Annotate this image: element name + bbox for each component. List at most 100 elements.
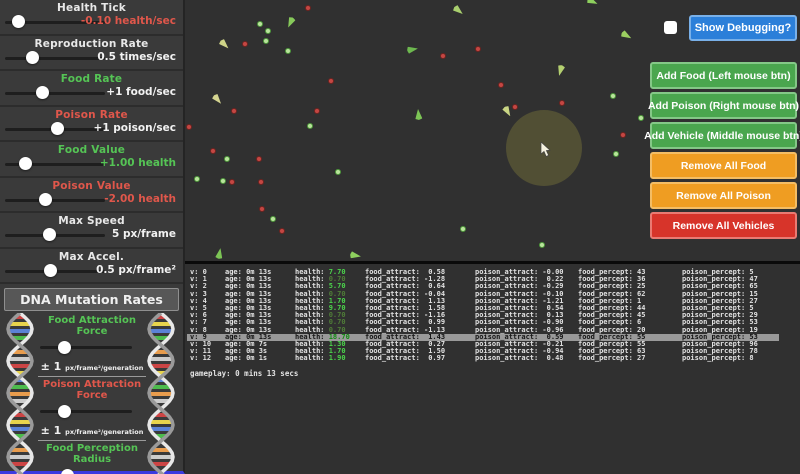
slider-handle[interactable] <box>19 157 32 170</box>
remove-all-food-button[interactable]: Remove All Food <box>650 152 797 179</box>
slider-track[interactable] <box>5 92 105 95</box>
slider-row <box>38 404 146 419</box>
vehicle-agent <box>414 108 422 120</box>
slider-label: Max Speed <box>12 215 172 227</box>
vehicle-stat-row-12[interactable]: v: 12 age: 0m 1s health: 1.90 food_attract:… <box>187 355 800 362</box>
health-value: 1.90 <box>329 354 346 362</box>
vehicle-agent <box>619 29 632 41</box>
slider-group-max-speed: Max Speed5 px/frame <box>0 213 183 249</box>
dna-slider-label: Poison Attraction Force <box>38 379 146 401</box>
canvas-divider <box>185 261 800 264</box>
add-food-left-mouse-btn-button[interactable]: Add Food (Left mouse btn) <box>650 62 797 89</box>
slider-track[interactable] <box>5 199 105 202</box>
stat-cell: poison_percept: 8 <box>682 355 754 362</box>
mutation-amount: ± 1 <box>41 424 66 437</box>
slider-value: -2.00 health <box>104 193 176 205</box>
slider-row: +1.00 health <box>0 156 183 173</box>
stat-cell: age: 0m 1s <box>225 355 267 362</box>
food-dot <box>610 93 616 99</box>
slider-handle[interactable] <box>12 15 25 28</box>
slider-track[interactable] <box>40 410 132 413</box>
poison-dot <box>258 179 264 185</box>
poison-dot <box>440 53 446 59</box>
slider-label: Health Tick <box>12 2 172 14</box>
dna-helix-icon <box>143 313 179 474</box>
slider-label: Food Value <box>12 144 172 156</box>
vehicle-agent <box>406 45 418 54</box>
food-dot <box>460 226 466 232</box>
slider-handle[interactable] <box>39 193 52 206</box>
remove-all-poison-button[interactable]: Remove All Poison <box>650 182 797 209</box>
poison-dot <box>620 132 626 138</box>
show-debugging-checkbox[interactable] <box>664 21 677 34</box>
dna-mutation-area: Food Attraction Force ± 1 px/frame²/gener… <box>0 313 183 474</box>
food-dot <box>335 169 341 175</box>
slider-label: Food Rate <box>12 73 172 85</box>
slider-label: Reproduction Rate <box>12 38 172 50</box>
vehicle-agent <box>586 0 599 6</box>
slider-row: -0.10 health/sec <box>0 14 183 31</box>
poison-dot <box>229 179 235 185</box>
slider-handle[interactable] <box>26 51 39 64</box>
poison-dot <box>259 206 265 212</box>
mutation-rate-value: ± 1 px/frame²/generation <box>38 419 146 441</box>
slider-label: Poison Rate <box>12 109 172 121</box>
stat-cell: v: 12 <box>190 355 211 362</box>
vehicle-agent <box>211 93 223 106</box>
food-dot <box>257 21 263 27</box>
mutation-rate-value: ± 1 px/frame²/generation <box>38 355 146 377</box>
action-buttons: Add Food (Left mouse btn) Add Poison (Rig… <box>650 62 797 239</box>
simulation-app: Health Tick-0.10 health/secReproduction … <box>0 0 800 474</box>
poison-dot <box>498 82 504 88</box>
slider-handle[interactable] <box>51 122 64 135</box>
slider-label: Poison Value <box>12 180 172 192</box>
slider-group-food-value: Food Value+1.00 health <box>0 142 183 178</box>
mutation-amount: ± 1 <box>41 360 66 373</box>
slider-handle[interactable] <box>58 405 71 418</box>
slider-row: 0.5 px/frame² <box>0 263 183 280</box>
slider-track[interactable] <box>5 57 105 60</box>
slider-value: +1 food/sec <box>106 86 176 98</box>
slider-group-reproduction-rate: Reproduction Rate0.5 times/sec <box>0 36 183 72</box>
slider-handle[interactable] <box>44 264 57 277</box>
actions-panel: Show Debugging? Add Food (Left mouse btn… <box>648 0 800 261</box>
slider-value: 5 px/frame <box>112 228 176 240</box>
food-dot <box>270 216 276 222</box>
slider-handle[interactable] <box>36 86 49 99</box>
slider-group-food-rate: Food Rate+1 food/sec <box>0 71 183 107</box>
add-poison-right-mouse-btn-button[interactable]: Add Poison (Right mouse btn) <box>650 92 797 119</box>
mouse-cursor-icon <box>540 142 552 158</box>
dna-slider-group-poison-attraction-force: Poison Attraction Force ± 1 px/frame²/gen… <box>38 379 146 441</box>
dna-slider-label: Food Attraction Force <box>38 315 146 337</box>
gameplay-timer: gameplay: 0 mins 13 secs <box>190 369 298 378</box>
poison-dot <box>256 156 262 162</box>
slider-label: Max Accel. <box>12 251 172 263</box>
show-debugging-button[interactable]: Show Debugging? <box>689 15 797 41</box>
food-dot <box>263 38 269 44</box>
dna-slider-group-food-perception-radius: Food Perception Radius± 50 px / generati… <box>38 443 146 474</box>
stat-cell: health: 1.90 <box>295 355 346 362</box>
stat-cell: poison_attract: 0.48 <box>475 355 564 362</box>
remove-all-vehicles-button[interactable]: Remove All Vehicles <box>650 212 797 239</box>
food-dot <box>224 156 230 162</box>
slider-handle[interactable] <box>43 228 56 241</box>
poison-dot <box>231 108 237 114</box>
poison-dot <box>328 78 334 84</box>
food-dot <box>638 115 644 121</box>
slider-handle[interactable] <box>61 469 74 474</box>
slider-track[interactable] <box>40 346 132 349</box>
slider-handle[interactable] <box>58 341 71 354</box>
poison-dot <box>512 104 518 110</box>
mutation-unit: px/frame²/generation <box>65 428 143 436</box>
slider-group-health-tick: Health Tick-0.10 health/sec <box>0 0 183 36</box>
slider-group-poison-value: Poison Value-2.00 health <box>0 178 183 214</box>
stat-cell: food_attract: 0.97 <box>365 355 445 362</box>
add-vehicle-middle-mouse-btn-button[interactable]: Add Vehicle (Middle mouse btn) <box>650 122 797 149</box>
food-dot <box>265 28 271 34</box>
slider-value: 0.5 px/frame² <box>96 264 176 276</box>
slider-group-poison-rate: Poison Rate+1 poison/sec <box>0 107 183 143</box>
vehicle-agent <box>555 64 565 76</box>
poison-dot <box>186 124 192 130</box>
vehicle-agent <box>452 4 465 16</box>
slider-row: -2.00 health <box>0 192 183 209</box>
